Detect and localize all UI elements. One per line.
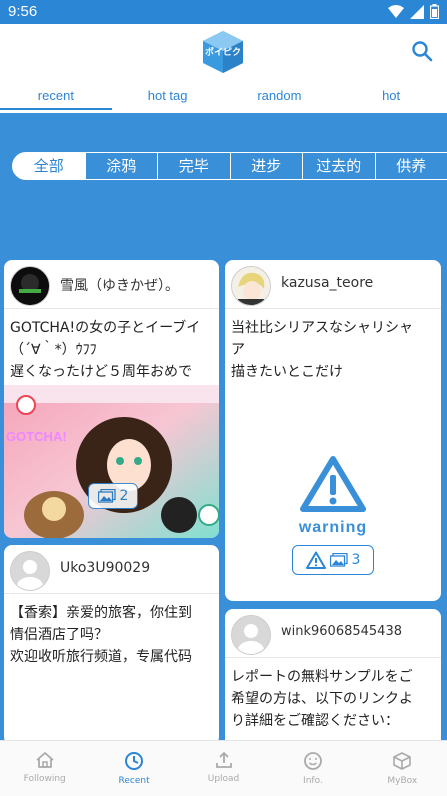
post-card[interactable]: wink96068545438 レポートの無料サンプルをご 希望の方は、以下のリ… [225,609,441,749]
post-text-line: り詳細をご確認ください： [231,710,435,732]
nav-recent[interactable]: Recent [89,741,178,796]
warning-label: warning [293,519,373,537]
upload-icon [215,751,233,769]
post-text-line: GOTCHA!の女の子とイーブイ [10,317,213,339]
avatar[interactable] [231,266,271,306]
post-text-line: レポートの無料サンプルをご [231,666,435,688]
post-text-line: 【香索】亲爱的旅客，你住到 [10,602,213,624]
nav-label: Following [24,774,66,784]
nav-label: Recent [119,776,150,786]
warning-icon [293,455,373,515]
post-text: 【香索】亲爱的旅客，你住到 情侣酒店了吗？ 欢迎收听旅行频道，专属代码 [4,594,219,668]
category-progress[interactable]: 进步 [230,152,304,180]
app-logo[interactable]: ポイピク [201,30,245,74]
bottom-navigation: Following Recent Upload Info. MyBox [0,740,447,796]
images-icon [330,553,348,567]
warning-image[interactable]: warning [293,455,373,535]
image-count-badge[interactable]: 3 [292,545,374,575]
status-icons [388,4,439,19]
image-caption: GOTCHA! [6,429,67,444]
post-text-line: （´∀｀*）ｳﾌﾌ [10,339,213,361]
default-avatar-icon [11,552,49,590]
post-text-line: 希望の方は、以下のリンクよ [231,688,435,710]
tab-hot-tag[interactable]: hot tag [112,80,224,113]
logo-text: ポイピク [201,45,245,58]
category-filter: 全部 涂鸦 完毕 进步 过去的 供养 [12,152,447,180]
nav-label: Info. [303,776,323,786]
nav-mybox[interactable]: MyBox [358,741,447,796]
box-icon [392,751,412,771]
image-count-badge[interactable]: 2 [88,483,138,509]
smile-icon [303,751,323,771]
tab-recent[interactable]: recent [0,80,112,113]
post-card[interactable]: Uko3U90029 【香索】亲爱的旅客，你住到 情侣酒店了吗？ 欢迎收听旅行频… [4,545,219,745]
username[interactable]: wink96068545438 [281,624,402,639]
image-count: 2 [120,488,129,504]
status-time: 9:56 [8,3,37,20]
post-card[interactable]: 雪風（ゆきかぜ）。 GOTCHA!の女の子とイーブイ （´∀｀*）ｳﾌﾌ 遅くな… [4,260,219,538]
post-header: 雪風（ゆきかぜ）。 [4,260,219,309]
nav-upload[interactable]: Upload [179,741,268,796]
post-text-line: 欢迎收听旅行频道，专属代码 [10,646,213,668]
post-text-line: 情侣酒店了吗？ [10,624,213,646]
username[interactable]: 雪風（ゆきかぜ）。 [60,275,179,295]
category-offering[interactable]: 供养 [375,152,447,180]
post-image[interactable]: GOTCHA! [4,385,219,538]
app-header: ポイピク [0,24,447,80]
post-text: GOTCHA!の女の子とイーブイ （´∀｀*）ｳﾌﾌ 遅くなったけど５周年おめで [4,309,219,383]
top-tabs: recent hot tag random hot [0,80,447,114]
signal-icon [410,5,424,19]
post-header: kazusa_teore [225,260,441,309]
post-text: 当社比シリアスなシャリシャ ア 描きたいとこだけ [225,309,441,383]
post-card[interactable]: kazusa_teore 当社比シリアスなシャリシャ ア 描きたいとこだけ wa… [225,260,441,601]
tab-random[interactable]: random [224,80,336,113]
search-icon [411,40,433,62]
category-panel [0,113,447,258]
category-doodle[interactable]: 涂鸦 [85,152,159,180]
nav-label: MyBox [387,776,417,786]
image-count: 3 [352,552,361,568]
default-avatar-icon [232,616,270,654]
post-header: Uko3U90029 [4,545,219,594]
avatar[interactable] [10,266,50,306]
username[interactable]: Uko3U90029 [60,560,150,576]
post-text: レポートの無料サンプルをご 希望の方は、以下のリンクよ り詳細をご確認ください： [225,658,441,732]
category-all[interactable]: 全部 [12,152,86,180]
username[interactable]: kazusa_teore [281,275,373,291]
warning-small-icon [306,551,326,569]
nav-label: Upload [208,774,240,784]
avatar[interactable] [10,551,50,591]
wifi-icon [388,5,404,19]
category-finished[interactable]: 完毕 [157,152,231,180]
home-icon [35,751,55,769]
post-header: wink96068545438 [225,609,441,658]
avatar[interactable] [231,615,271,655]
clock-icon [124,751,144,771]
battery-icon [430,4,439,19]
post-text-line: 当社比シリアスなシャリシャ [231,317,435,339]
tab-hot[interactable]: hot [335,80,447,113]
category-past[interactable]: 过去的 [302,152,376,180]
post-text-line: 遅くなったけど５周年おめで [10,361,213,383]
post-text-line: ア [231,339,435,361]
nav-following[interactable]: Following [0,741,89,796]
images-icon [98,489,116,503]
nav-info[interactable]: Info. [268,741,357,796]
status-bar: 9:56 [0,0,447,24]
search-button[interactable] [411,40,435,64]
post-text-line: 描きたいとこだけ [231,361,435,383]
